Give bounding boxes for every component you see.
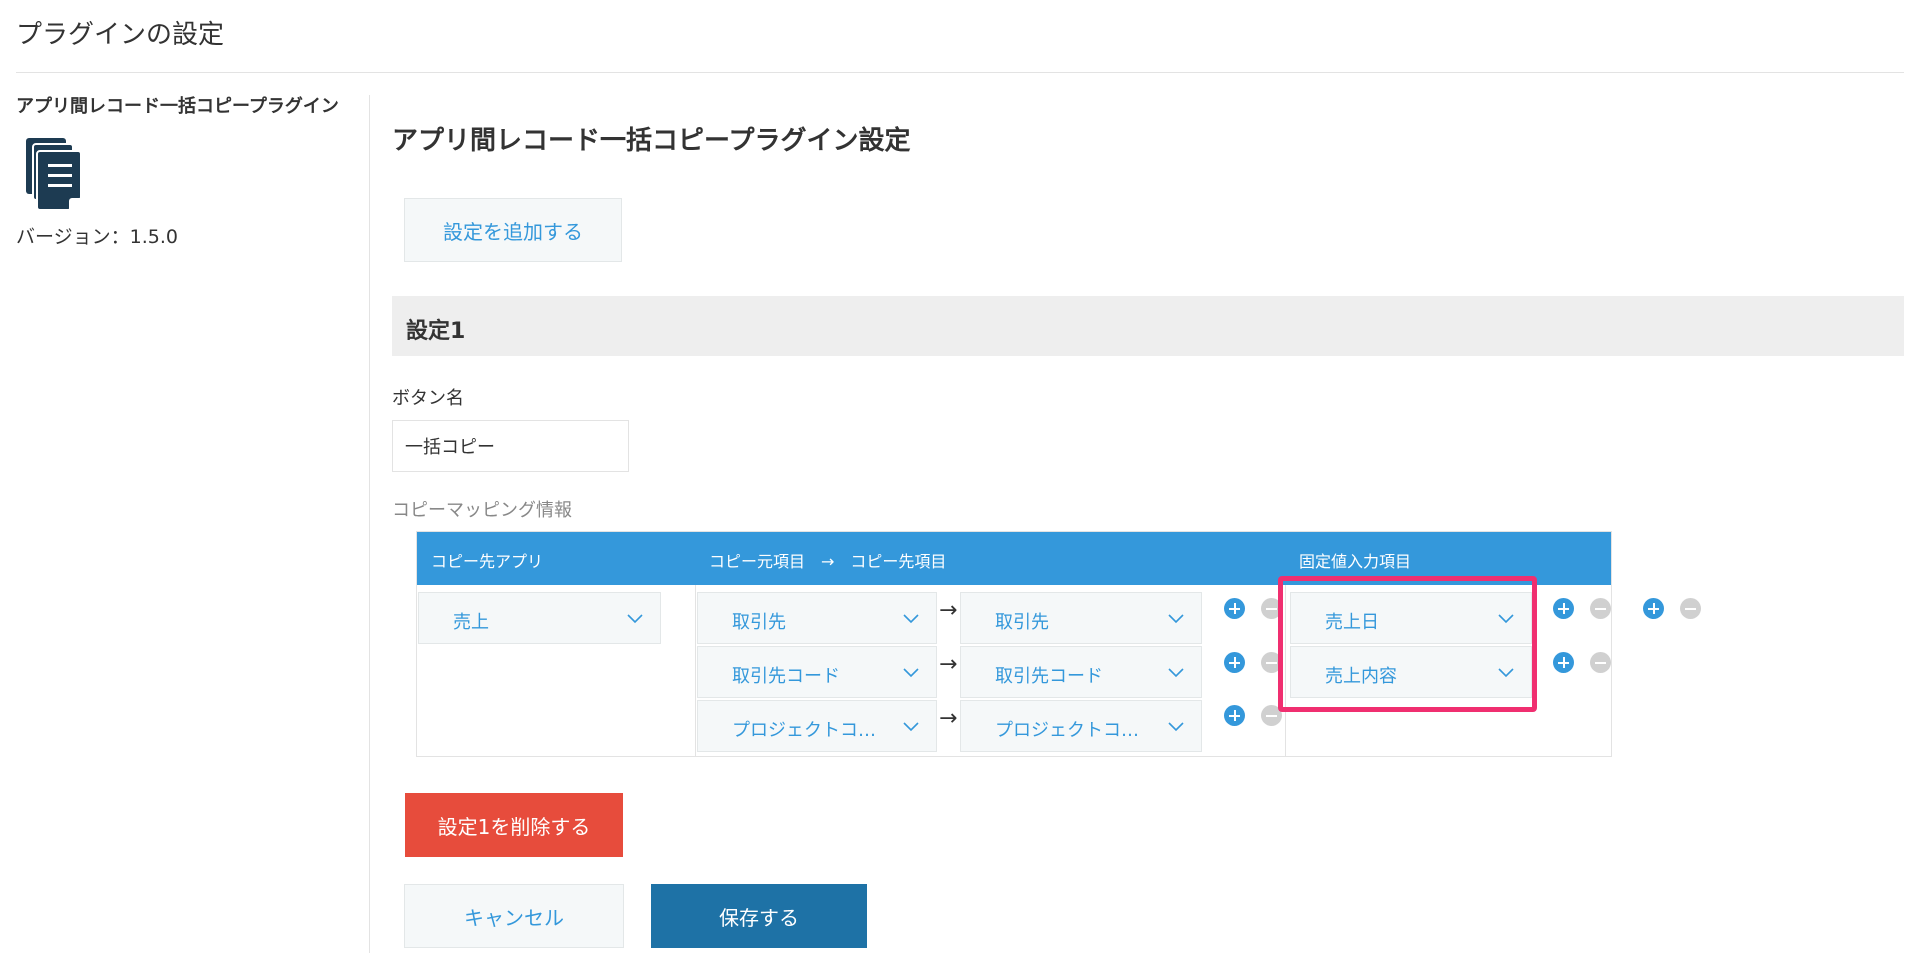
source-field-select[interactable]: 取引先コード <box>697 646 937 698</box>
add-setting-button[interactable]: 設定を追加する <box>404 198 622 262</box>
add-mapping-icon[interactable] <box>1643 598 1664 619</box>
header-fixed-fields: 固定値入力項目 <box>1299 552 1412 571</box>
mapping-table-header: コピー先アプリ コピー元項目 → コピー先項目 固定値入力項目 <box>417 532 1611 585</box>
title-divider <box>16 72 1904 73</box>
plugin-name: アプリ間レコード一括コピープラグイン <box>16 96 339 117</box>
plugin-info-sidebar: アプリ間レコード一括コピープラグイン バージョン：1.5.0 <box>16 92 361 248</box>
add-row-icon[interactable] <box>1224 598 1245 619</box>
section-title: 設定1 <box>406 319 466 344</box>
dest-field-select[interactable]: プロジェクトコ… <box>960 700 1202 752</box>
source-field-select[interactable]: プロジェクトコ… <box>697 700 937 752</box>
document-stack-icon <box>26 135 82 211</box>
add-row-icon[interactable] <box>1224 652 1245 673</box>
remove-row-icon[interactable] <box>1261 652 1282 673</box>
delete-setting-button[interactable]: 設定1を削除する <box>405 793 623 857</box>
header-field-map: コピー元項目 → コピー先項目 <box>709 552 947 571</box>
dest-field-value: 取引先コード <box>995 666 1103 687</box>
remove-fixed-field-icon[interactable] <box>1590 598 1611 619</box>
chevron-down-icon <box>1498 668 1514 678</box>
page-title: プラグインの設定 <box>16 20 225 50</box>
map-arrow: → <box>939 652 958 677</box>
source-field-value: 取引先コード <box>732 666 840 687</box>
chevron-down-icon <box>627 614 643 624</box>
chevron-down-icon <box>1168 668 1184 678</box>
remove-mapping-icon[interactable] <box>1680 598 1701 619</box>
fixed-field-value: 売上日 <box>1325 612 1379 633</box>
dest-app-value: 売上 <box>453 612 489 633</box>
fixed-field-select[interactable]: 売上内容 <box>1290 646 1532 698</box>
sidebar-divider <box>369 95 370 953</box>
remove-row-icon[interactable] <box>1261 705 1282 726</box>
save-button[interactable]: 保存する <box>651 884 867 948</box>
dest-field-select[interactable]: 取引先コード <box>960 646 1202 698</box>
setting-section-header: 設定1 <box>392 296 1904 356</box>
button-name-input[interactable] <box>392 420 629 472</box>
mapping-label: コピーマッピング情報 <box>392 500 572 521</box>
dest-app-select[interactable]: 売上 <box>418 592 661 644</box>
map-arrow: → <box>939 598 958 623</box>
add-row-icon[interactable] <box>1224 705 1245 726</box>
dest-field-value: プロジェクトコ… <box>995 720 1139 741</box>
chevron-down-icon <box>903 722 919 732</box>
cancel-button[interactable]: キャンセル <box>404 884 624 948</box>
column-divider <box>695 585 696 756</box>
chevron-down-icon <box>1498 614 1514 624</box>
chevron-down-icon <box>1168 722 1184 732</box>
source-field-value: 取引先 <box>732 612 786 633</box>
source-field-value: プロジェクトコ… <box>732 720 876 741</box>
dest-field-select[interactable]: 取引先 <box>960 592 1202 644</box>
plugin-version: バージョン：1.5.0 <box>16 226 178 248</box>
fixed-field-select[interactable]: 売上日 <box>1290 592 1532 644</box>
button-name-label: ボタン名 <box>392 388 464 409</box>
remove-row-icon[interactable] <box>1261 598 1282 619</box>
dest-field-value: 取引先 <box>995 612 1049 633</box>
source-field-select[interactable]: 取引先 <box>697 592 937 644</box>
chevron-down-icon <box>903 614 919 624</box>
chevron-down-icon <box>903 668 919 678</box>
add-fixed-field-icon[interactable] <box>1553 598 1574 619</box>
column-divider <box>1285 585 1286 756</box>
add-fixed-field-icon[interactable] <box>1553 652 1574 673</box>
settings-title: アプリ間レコード一括コピープラグイン設定 <box>392 126 911 156</box>
chevron-down-icon <box>1168 614 1184 624</box>
remove-fixed-field-icon[interactable] <box>1590 652 1611 673</box>
header-dest-app: コピー先アプリ <box>431 552 544 571</box>
map-arrow: → <box>939 706 958 731</box>
fixed-field-value: 売上内容 <box>1325 666 1397 687</box>
